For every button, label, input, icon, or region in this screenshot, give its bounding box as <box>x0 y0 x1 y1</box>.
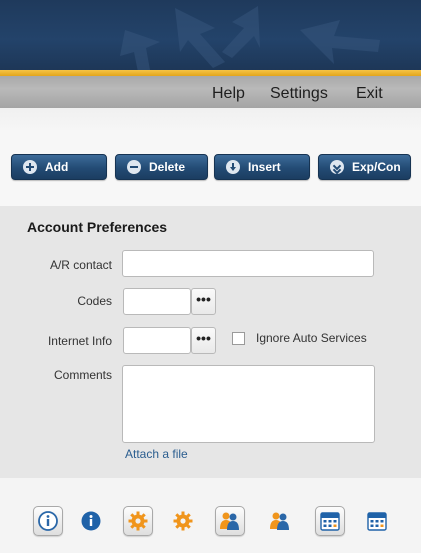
users-button-plain[interactable] <box>265 506 295 536</box>
gear-icon <box>128 511 148 531</box>
bottom-toolbar <box>0 478 421 553</box>
delete-button[interactable]: Delete <box>115 154 208 180</box>
codes-label: Codes <box>77 294 112 308</box>
add-button-label: Add <box>45 160 69 174</box>
account-preferences-panel: Account Preferences A/R contact Codes ••… <box>0 206 421 478</box>
add-button[interactable]: Add <box>11 154 107 180</box>
info-icon <box>81 511 101 531</box>
insert-button-label: Insert <box>248 160 281 174</box>
menu-spacer <box>0 108 421 130</box>
ignore-auto-services-checkbox[interactable] <box>232 332 245 345</box>
calendar-icon <box>367 512 387 531</box>
plus-icon <box>23 160 37 174</box>
settings-button-plain[interactable] <box>168 506 198 536</box>
info-icon <box>38 511 58 531</box>
menu-exit[interactable]: Exit <box>356 85 383 103</box>
ignore-auto-services-label: Ignore Auto Services <box>256 331 367 345</box>
comments-label: Comments <box>53 368 112 382</box>
calendar-button[interactable] <box>315 506 345 536</box>
section-title: Account Preferences <box>27 219 168 235</box>
info-button-plain[interactable] <box>76 506 106 536</box>
internet-info-label: Internet Info <box>47 334 112 348</box>
users-icon <box>270 512 289 530</box>
codes-input[interactable] <box>123 288 191 315</box>
menu-bar: Help Settings Exit <box>0 76 421 108</box>
settings-button[interactable] <box>123 506 153 536</box>
ar-contact-label: A/R contact <box>49 258 112 272</box>
menu-settings[interactable]: Settings <box>270 85 328 103</box>
internet-info-input[interactable] <box>123 327 191 354</box>
calendar-icon <box>320 512 340 531</box>
minus-icon <box>127 160 141 174</box>
gear-icon <box>173 511 193 531</box>
app-window: Help Settings Exit Add Delete Insert Exp… <box>0 0 421 553</box>
action-button-row: Add Delete Insert Exp/Con <box>0 130 421 206</box>
internet-info-lookup-button[interactable]: ••• <box>191 327 216 354</box>
ar-contact-input[interactable] <box>122 250 374 277</box>
comments-textarea[interactable] <box>122 365 375 443</box>
info-button[interactable] <box>33 506 63 536</box>
calendar-button-plain[interactable] <box>362 506 392 536</box>
expand-collapse-button-label: Exp/Con <box>352 160 401 174</box>
arrow-down-icon <box>226 160 240 174</box>
menu-help[interactable]: Help <box>212 85 245 103</box>
users-icon <box>220 512 239 530</box>
codes-lookup-button[interactable]: ••• <box>191 288 216 315</box>
delete-button-label: Delete <box>149 160 186 174</box>
double-chevron-down-icon <box>330 160 344 174</box>
users-button[interactable] <box>215 506 245 536</box>
attach-file-link[interactable]: Attach a file <box>125 447 188 461</box>
banner-arrows-graphic <box>120 6 380 72</box>
expand-collapse-button[interactable]: Exp/Con <box>318 154 411 180</box>
header-banner <box>0 0 421 72</box>
insert-button[interactable]: Insert <box>214 154 310 180</box>
